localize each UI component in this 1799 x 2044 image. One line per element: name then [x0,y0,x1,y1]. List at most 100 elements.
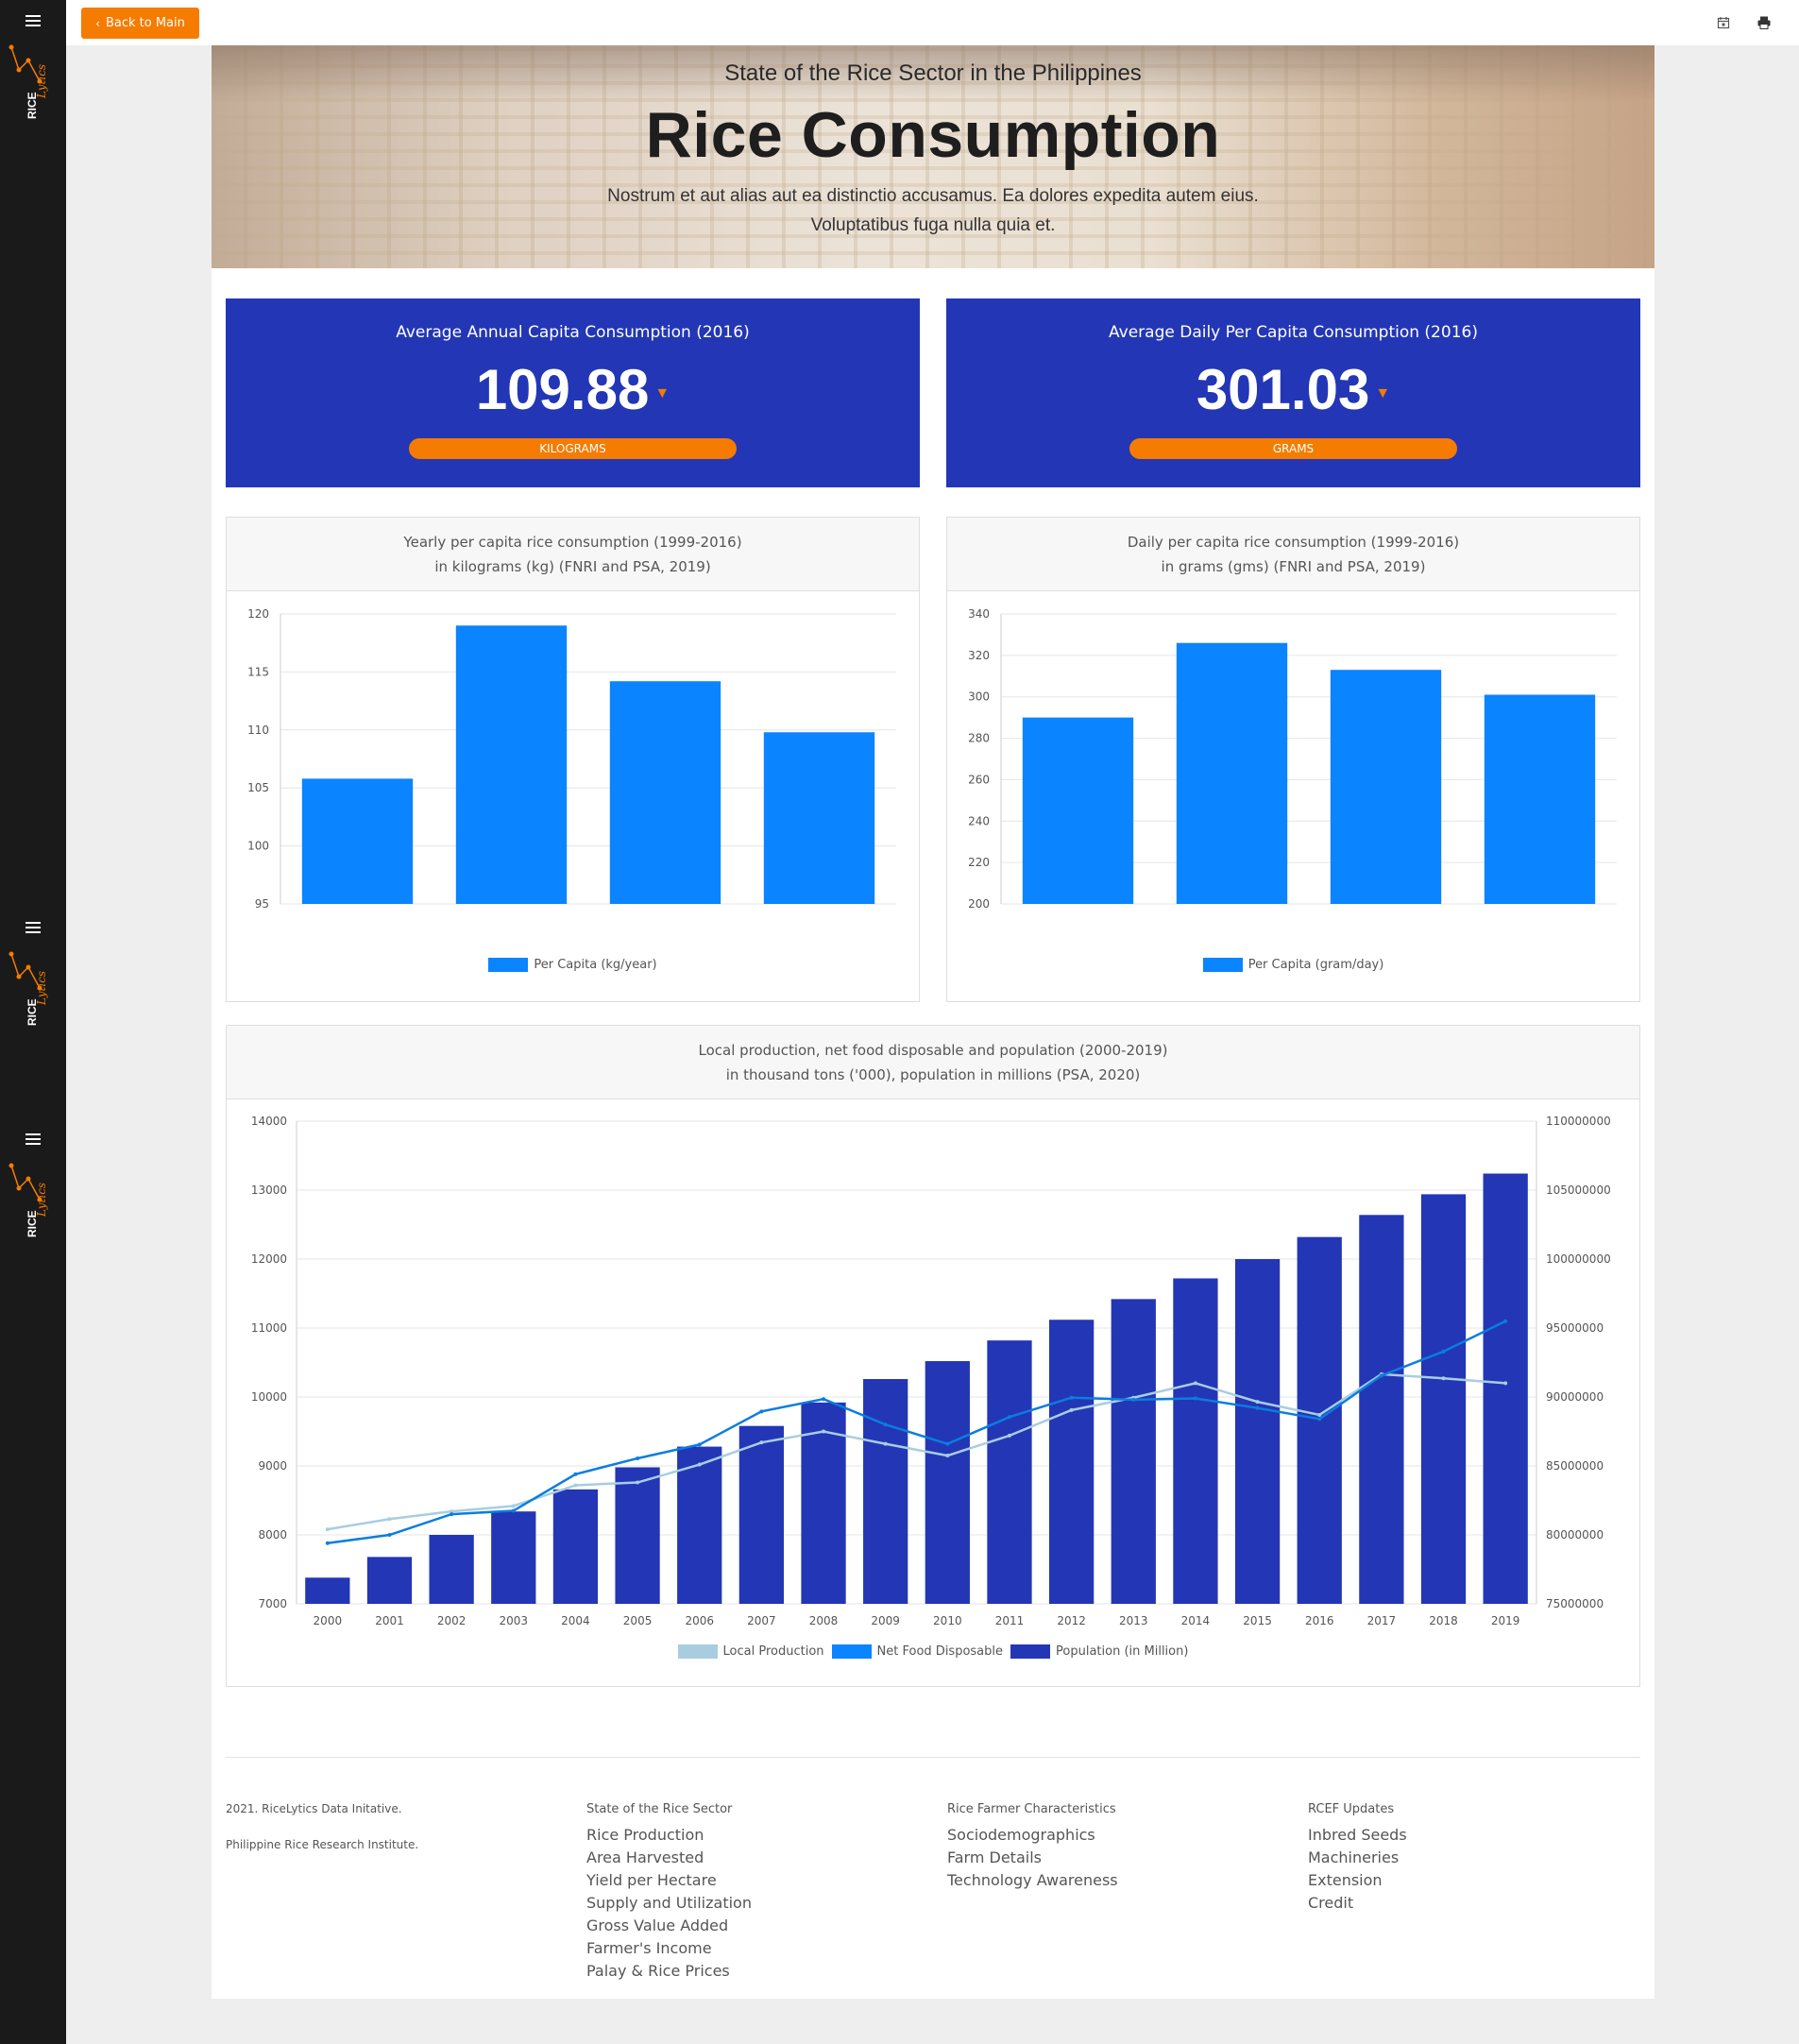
y2-tick-label: 110000000 [1546,1115,1611,1128]
data-point [1131,1397,1136,1402]
legend-item[interactable]: Local Production [677,1644,824,1659]
footer-column-heading: RCEF Updates [1308,1802,1395,1816]
data-point [945,1454,950,1458]
bar [429,1535,474,1604]
footer-link[interactable]: Technology Awareness [947,1869,1118,1892]
bar [1483,1173,1528,1604]
x-tick-label: 2018 [1429,1614,1458,1627]
data-point [759,1409,764,1414]
bar [1048,1320,1095,1604]
y-tick-label: 300 [968,690,990,704]
hero-description: Nostrum et aut alias aut ea distinctio a… [212,181,1655,240]
bar [863,1379,908,1604]
x-tick-label: 2009 [871,1614,900,1627]
chart-subtitle: in thousand tons ('000), population in m… [725,1066,1141,1083]
caret-down-icon: ▼ [1375,385,1391,402]
ricelytics-logo[interactable]: RICE Lytics [8,1162,49,1245]
footer-link[interactable]: Supply and Utilization [586,1892,752,1915]
x-tick-label: 2010 [933,1614,962,1627]
footer-link[interactable]: Farm Details [947,1847,1118,1869]
chart-title: Daily per capita rice consumption (1999-… [1127,534,1460,551]
x-tick-label: 2008 [809,1614,839,1627]
svg-text:Lytics: Lytics [35,1183,48,1218]
ricelytics-logo[interactable]: RICE Lytics [8,950,49,1033]
data-point [636,1456,640,1460]
x-tick-label: 2015 [1243,1614,1272,1627]
footer-link[interactable]: Extension [1308,1869,1407,1892]
data-point [1007,1433,1011,1438]
back-to-main-button[interactable]: ‹ Back to Main [81,8,199,39]
legend-label: Population (in Million) [1056,1644,1189,1659]
chart-header: Daily per capita rice consumption (1999-… [947,518,1639,591]
legend-item[interactable]: Net Food Disposable [831,1644,1004,1659]
daily-consumption-chart: 2002202402602803003203402000200920122016 [968,607,1617,911]
footer-link[interactable]: Yield per Hectare [586,1869,752,1892]
stat-value: 109.88 ▼ [226,357,920,422]
footer-link[interactable]: Rice Production [586,1824,752,1847]
legend-label: Per Capita (gram/day) [1247,958,1384,972]
chart-card-daily: Daily per capita rice consumption (1999-… [946,517,1640,1002]
bar [1111,1299,1156,1604]
footer-link[interactable]: Gross Value Added [586,1915,752,1937]
footer-link[interactable]: Area Harvested [586,1847,752,1869]
chart-title: Local production, net food disposable an… [698,1042,1168,1059]
footer-link[interactable]: Farmer's Income [586,1937,752,1960]
data-point [1317,1412,1322,1417]
footer-divider [226,1757,1640,1758]
legend-item[interactable]: Per Capita (gram/day) [1202,958,1384,972]
data-point [883,1422,888,1427]
y-tick-label: 280 [968,732,990,745]
x-tick-label: 2004 [561,1614,590,1627]
chart-legend: Per Capita (gram/day) [947,958,1639,972]
x-tick-label: 2013 [1119,1614,1148,1627]
x-tick-label: 2011 [995,1614,1025,1627]
data-point [325,1541,330,1545]
data-point [1379,1373,1383,1378]
data-point [759,1440,764,1445]
hero-kicker: State of the Rice Sector in the Philippi… [724,60,1142,86]
bar [552,1489,599,1604]
legend-label: Net Food Disposable [876,1644,1004,1659]
print-icon[interactable] [1757,15,1772,30]
x-tick-label: 2001 [375,1614,404,1627]
data-point [1193,1396,1197,1401]
data-point [1503,1319,1508,1323]
y-tick-label: 9000 [258,1459,287,1473]
stat-unit-badge: GRAMS [1129,438,1457,459]
legend-swatch [831,1644,872,1659]
y-tick-label: 100 [247,840,269,853]
x-tick-label: 2019 [1491,1614,1520,1627]
y-tick-label: 7000 [258,1597,287,1610]
y-tick-label: 105 [247,781,269,794]
footer-column-farmer: Rice Farmer Characteristics Sociodemogra… [947,1802,1118,1892]
back-to-main-label: Back to Main [105,16,185,30]
y-tick-label: 13000 [251,1184,287,1197]
y-tick-label: 240 [968,814,990,827]
bar [1330,670,1442,904]
footer-link[interactable]: Palay & Rice Prices [586,1960,752,1983]
hamburger-menu-icon[interactable] [25,15,41,27]
legend-label: Local Production [722,1644,824,1659]
footer-link[interactable]: Sociodemographics [947,1824,1118,1847]
footer-column-rcef: RCEF Updates Inbred Seeds Machineries Ex… [1308,1802,1407,1915]
stat-value: 301.03 ▼ [946,357,1640,422]
hamburger-menu-icon[interactable] [25,922,41,934]
footer-link[interactable]: Inbred Seeds [1308,1824,1407,1847]
y-tick-label: 12000 [251,1252,287,1266]
y2-tick-label: 90000000 [1546,1390,1604,1404]
calendar-icon[interactable] [1716,15,1731,30]
footer-column-heading: Rice Farmer Characteristics [947,1802,1116,1816]
data-point [1441,1376,1446,1381]
footer-link[interactable]: Credit [1308,1892,1407,1915]
data-point [822,1429,826,1434]
data-point [511,1504,516,1508]
footer-link[interactable]: Machineries [1308,1847,1407,1869]
data-point [1441,1349,1446,1354]
legend-swatch [488,958,529,972]
ricelytics-logo[interactable]: RICE Lytics [8,43,49,127]
bar [305,1577,350,1604]
data-point [1069,1395,1074,1400]
legend-item[interactable]: Per Capita (kg/year) [488,958,657,972]
hamburger-menu-icon[interactable] [25,1133,41,1146]
legend-item[interactable]: Population (in Million) [1010,1644,1188,1659]
